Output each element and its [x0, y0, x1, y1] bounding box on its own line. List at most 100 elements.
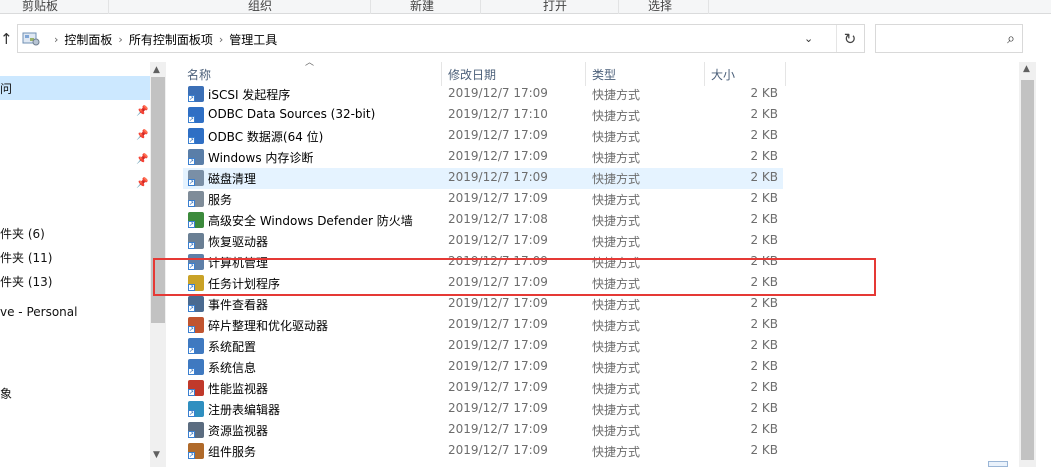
shortcut-arrow-icon: ↗ [188, 410, 195, 417]
search-input[interactable]: ⌕ [875, 24, 1023, 53]
search-icon[interactable]: ⌕ [1007, 31, 1015, 47]
file-name: 碎片整理和优化驱动器 [208, 319, 329, 333]
file-type: 快捷方式 [592, 151, 641, 165]
up-arrow-icon[interactable]: ↑ [0, 29, 14, 49]
nav-item-folder[interactable]: 件夹 (13) [0, 273, 52, 290]
file-date: 2019/12/7 17:09 [448, 149, 548, 163]
file-row[interactable]: ↗ 恢复驱动器 2019/12/7 17:09 快捷方式 2 KB [166, 231, 1021, 252]
shortcut-arrow-icon: ↗ [188, 158, 195, 165]
shortcut-arrow-icon: ↗ [188, 368, 195, 375]
file-size: 2 KB [750, 317, 778, 331]
column-header-date[interactable]: 修改日期 [448, 66, 496, 83]
refresh-icon[interactable]: ↻ [839, 29, 861, 49]
file-type: 快捷方式 [592, 172, 641, 186]
file-date: 2019/12/7 17:09 [448, 401, 548, 415]
scroll-up-arrow-icon[interactable]: ▲ [1023, 64, 1030, 74]
memory-diagnostic-icon: ↗ [188, 149, 204, 165]
navigation-pane: 问 📌 📌 📌 📌 件夹 (6) 件夹 (11) 件夹 (13) ve - Pe… [0, 62, 150, 467]
pin-icon[interactable]: 📌 [136, 106, 148, 117]
scroll-up-arrow-icon[interactable]: ▲ [153, 65, 160, 75]
file-row[interactable]: ↗ 性能监视器 2019/12/7 17:09 快捷方式 2 KB [166, 378, 1021, 399]
ribbon-divider [480, 0, 481, 14]
column-header-type[interactable]: 类型 [592, 66, 616, 83]
file-type: 快捷方式 [592, 130, 641, 144]
file-row[interactable]: ↗ 系统信息 2019/12/7 17:09 快捷方式 2 KB [166, 357, 1021, 378]
performance-monitor-icon: ↗ [188, 380, 204, 396]
nav-item-3d-objects[interactable]: 象 [0, 385, 12, 402]
breadcrumb-control-panel[interactable]: 控制面板 [64, 31, 112, 48]
file-name: ODBC Data Sources (32-bit) [208, 107, 376, 121]
ribbon-group-select: 选择 [647, 0, 672, 13]
resource-monitor-icon: ↗ [188, 422, 204, 438]
shortcut-arrow-icon: ↗ [188, 95, 195, 102]
file-row[interactable]: ↗ 事件查看器 2019/12/7 17:09 快捷方式 2 KB [166, 294, 1021, 315]
file-row[interactable]: ↗ 注册表编辑器 2019/12/7 17:09 快捷方式 2 KB [166, 399, 1021, 420]
column-divider[interactable] [585, 62, 586, 86]
file-type: 快捷方式 [592, 424, 641, 438]
chevron-down-icon[interactable]: ⌄ [804, 32, 813, 45]
file-row[interactable]: ↗ ODBC Data Sources (32-bit) 2019/12/7 17:… [166, 105, 1021, 126]
nav-item-onedrive[interactable]: ve - Personal [0, 305, 77, 319]
pin-icon[interactable]: 📌 [136, 154, 148, 165]
chevron-right-icon[interactable]: › [219, 33, 223, 46]
nav-item-folder[interactable]: 件夹 (11) [0, 249, 52, 266]
file-name: 恢复驱动器 [208, 235, 269, 249]
file-date: 2019/12/7 17:09 [448, 170, 548, 184]
file-date: 2019/12/7 17:09 [448, 338, 548, 352]
file-size: 2 KB [750, 401, 778, 415]
file-size: 2 KB [750, 212, 778, 226]
file-size: 2 KB [750, 296, 778, 310]
view-toggle-icon[interactable] [988, 461, 1008, 467]
file-row[interactable]: ↗ Windows 内存诊断 2019/12/7 17:09 快捷方式 2 KB [166, 147, 1021, 168]
column-header-name[interactable]: 名称 [187, 66, 211, 83]
column-divider[interactable] [704, 62, 705, 86]
file-row[interactable]: ↗ 碎片整理和优化驱动器 2019/12/7 17:09 快捷方式 2 KB [166, 315, 1021, 336]
file-size: 2 KB [750, 170, 778, 184]
highlight-annotation-box [153, 258, 876, 296]
breadcrumb-admin-tools[interactable]: 管理工具 [229, 31, 277, 48]
column-header-size[interactable]: 大小 [711, 66, 735, 83]
chevron-right-icon[interactable]: › [54, 33, 58, 46]
file-list-scrollbar[interactable]: ▲ [1019, 62, 1036, 467]
file-size: 2 KB [750, 359, 778, 373]
file-date: 2019/12/7 17:09 [448, 380, 548, 394]
file-name: 高级安全 Windows Defender 防火墙 [208, 214, 413, 228]
recovery-drive-icon: ↗ [188, 233, 204, 249]
file-type: 快捷方式 [592, 340, 641, 354]
column-divider[interactable] [785, 62, 786, 86]
file-type: 快捷方式 [592, 361, 641, 375]
file-row[interactable]: ↗ 组件服务 2019/12/7 17:09 快捷方式 2 KB [166, 441, 1021, 462]
file-row[interactable]: ↗ 磁盘清理 2019/12/7 17:09 快捷方式 2 KB [166, 168, 1021, 189]
nav-item-quick-access[interactable]: 问 [0, 80, 12, 97]
system-config-icon: ↗ [188, 338, 204, 354]
services-icon: ↗ [188, 191, 204, 207]
shortcut-arrow-icon: ↗ [188, 347, 195, 354]
breadcrumb-all-items[interactable]: 所有控制面板项 [129, 31, 213, 48]
address-bar[interactable]: › 控制面板 › 所有控制面板项 › 管理工具 ⌄ ↻ [17, 24, 865, 53]
firewall-icon: ↗ [188, 212, 204, 228]
shortcut-arrow-icon: ↗ [188, 326, 195, 333]
ribbon-group-clipboard: 剪贴板 [21, 0, 58, 13]
file-row[interactable]: ↗ 资源监视器 2019/12/7 17:09 快捷方式 2 KB [166, 420, 1021, 441]
file-size: 2 KB [750, 422, 778, 436]
pin-icon[interactable]: 📌 [136, 178, 148, 189]
column-divider[interactable] [441, 62, 442, 86]
file-size: 2 KB [750, 380, 778, 394]
odbc-icon: ↗ [188, 107, 204, 123]
file-list-scrollbar-thumb[interactable] [1021, 80, 1034, 460]
shortcut-arrow-icon: ↗ [188, 305, 195, 312]
nav-item-folder[interactable]: 件夹 (6) [0, 225, 45, 242]
file-name: iSCSI 发起程序 [208, 88, 291, 102]
file-date: 2019/12/7 17:09 [448, 128, 548, 142]
file-row[interactable]: ↗ ODBC 数据源(64 位) 2019/12/7 17:09 快捷方式 2 KB [166, 126, 1021, 147]
file-row[interactable]: ↗ 服务 2019/12/7 17:09 快捷方式 2 KB [166, 189, 1021, 210]
scroll-down-arrow-icon[interactable]: ▼ [153, 450, 160, 460]
file-date: 2019/12/7 17:09 [448, 443, 548, 457]
file-row[interactable]: ↗ 系统配置 2019/12/7 17:09 快捷方式 2 KB [166, 336, 1021, 357]
shortcut-arrow-icon: ↗ [188, 431, 195, 438]
pin-icon[interactable]: 📌 [136, 130, 148, 141]
file-name: 性能监视器 [208, 382, 269, 396]
file-row[interactable]: ↗ 高级安全 Windows Defender 防火墙 2019/12/7 17:0… [166, 210, 1021, 231]
chevron-right-icon[interactable]: › [118, 33, 122, 46]
file-row[interactable]: ↗ iSCSI 发起程序 2019/12/7 17:09 快捷方式 2 KB [166, 84, 1021, 105]
